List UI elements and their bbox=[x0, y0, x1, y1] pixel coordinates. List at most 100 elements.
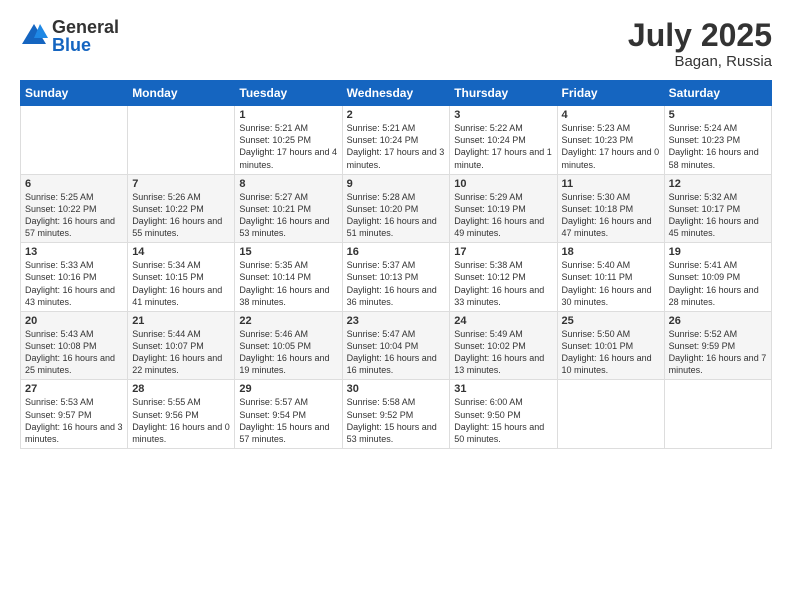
day-cell: 12Sunrise: 5:32 AMSunset: 10:17 PMDaylig… bbox=[664, 174, 771, 243]
day-info: Sunrise: 5:38 AMSunset: 10:12 PMDaylight… bbox=[454, 259, 552, 308]
header-cell-monday: Monday bbox=[128, 81, 235, 106]
day-cell: 16Sunrise: 5:37 AMSunset: 10:13 PMDaylig… bbox=[342, 243, 450, 312]
day-number: 7 bbox=[132, 178, 230, 190]
day-cell: 25Sunrise: 5:50 AMSunset: 10:01 PMDaylig… bbox=[557, 311, 664, 380]
day-cell: 6Sunrise: 5:25 AMSunset: 10:22 PMDayligh… bbox=[21, 174, 128, 243]
day-number: 15 bbox=[239, 246, 337, 258]
day-cell: 11Sunrise: 5:30 AMSunset: 10:18 PMDaylig… bbox=[557, 174, 664, 243]
day-cell: 18Sunrise: 5:40 AMSunset: 10:11 PMDaylig… bbox=[557, 243, 664, 312]
day-info: Sunrise: 5:37 AMSunset: 10:13 PMDaylight… bbox=[347, 259, 446, 308]
day-cell: 17Sunrise: 5:38 AMSunset: 10:12 PMDaylig… bbox=[450, 243, 557, 312]
day-info: Sunrise: 5:43 AMSunset: 10:08 PMDaylight… bbox=[25, 328, 123, 377]
day-number: 27 bbox=[25, 383, 123, 395]
day-number: 31 bbox=[454, 383, 552, 395]
day-number: 23 bbox=[347, 315, 446, 327]
logo: General Blue bbox=[20, 18, 119, 54]
day-info: Sunrise: 5:29 AMSunset: 10:19 PMDaylight… bbox=[454, 191, 552, 240]
logo-icon bbox=[20, 22, 48, 50]
day-number: 2 bbox=[347, 109, 446, 121]
day-number: 29 bbox=[239, 383, 337, 395]
day-cell: 30Sunrise: 5:58 AMSunset: 9:52 PMDayligh… bbox=[342, 380, 450, 449]
day-number: 28 bbox=[132, 383, 230, 395]
week-row-4: 20Sunrise: 5:43 AMSunset: 10:08 PMDaylig… bbox=[21, 311, 772, 380]
day-info: Sunrise: 6:00 AMSunset: 9:50 PMDaylight:… bbox=[454, 396, 552, 445]
day-cell: 24Sunrise: 5:49 AMSunset: 10:02 PMDaylig… bbox=[450, 311, 557, 380]
day-info: Sunrise: 5:21 AMSunset: 10:24 PMDaylight… bbox=[347, 122, 446, 171]
day-number: 11 bbox=[562, 178, 660, 190]
day-cell: 13Sunrise: 5:33 AMSunset: 10:16 PMDaylig… bbox=[21, 243, 128, 312]
day-info: Sunrise: 5:24 AMSunset: 10:23 PMDaylight… bbox=[669, 122, 767, 171]
day-cell bbox=[664, 380, 771, 449]
day-cell bbox=[21, 106, 128, 175]
week-row-1: 1Sunrise: 5:21 AMSunset: 10:25 PMDayligh… bbox=[21, 106, 772, 175]
day-info: Sunrise: 5:55 AMSunset: 9:56 PMDaylight:… bbox=[132, 396, 230, 445]
day-info: Sunrise: 5:46 AMSunset: 10:05 PMDaylight… bbox=[239, 328, 337, 377]
day-number: 9 bbox=[347, 178, 446, 190]
day-info: Sunrise: 5:27 AMSunset: 10:21 PMDaylight… bbox=[239, 191, 337, 240]
day-number: 13 bbox=[25, 246, 123, 258]
day-number: 21 bbox=[132, 315, 230, 327]
day-cell: 31Sunrise: 6:00 AMSunset: 9:50 PMDayligh… bbox=[450, 380, 557, 449]
day-number: 22 bbox=[239, 315, 337, 327]
header-cell-tuesday: Tuesday bbox=[235, 81, 342, 106]
day-cell: 20Sunrise: 5:43 AMSunset: 10:08 PMDaylig… bbox=[21, 311, 128, 380]
day-cell: 15Sunrise: 5:35 AMSunset: 10:14 PMDaylig… bbox=[235, 243, 342, 312]
logo-general: General bbox=[52, 18, 119, 36]
day-cell bbox=[557, 380, 664, 449]
month-title: July 2025 bbox=[628, 18, 772, 53]
day-info: Sunrise: 5:26 AMSunset: 10:22 PMDaylight… bbox=[132, 191, 230, 240]
header-cell-saturday: Saturday bbox=[664, 81, 771, 106]
day-number: 18 bbox=[562, 246, 660, 258]
calendar-header: SundayMondayTuesdayWednesdayThursdayFrid… bbox=[21, 81, 772, 106]
day-info: Sunrise: 5:49 AMSunset: 10:02 PMDaylight… bbox=[454, 328, 552, 377]
day-number: 24 bbox=[454, 315, 552, 327]
day-cell: 4Sunrise: 5:23 AMSunset: 10:23 PMDayligh… bbox=[557, 106, 664, 175]
day-info: Sunrise: 5:41 AMSunset: 10:09 PMDaylight… bbox=[669, 259, 767, 308]
day-info: Sunrise: 5:44 AMSunset: 10:07 PMDaylight… bbox=[132, 328, 230, 377]
day-number: 14 bbox=[132, 246, 230, 258]
week-row-3: 13Sunrise: 5:33 AMSunset: 10:16 PMDaylig… bbox=[21, 243, 772, 312]
day-number: 3 bbox=[454, 109, 552, 121]
day-info: Sunrise: 5:25 AMSunset: 10:22 PMDaylight… bbox=[25, 191, 123, 240]
header-cell-wednesday: Wednesday bbox=[342, 81, 450, 106]
day-number: 30 bbox=[347, 383, 446, 395]
day-cell: 14Sunrise: 5:34 AMSunset: 10:15 PMDaylig… bbox=[128, 243, 235, 312]
page: General Blue July 2025 Bagan, Russia Sun… bbox=[0, 0, 792, 612]
day-number: 26 bbox=[669, 315, 767, 327]
day-number: 20 bbox=[25, 315, 123, 327]
calendar-body: 1Sunrise: 5:21 AMSunset: 10:25 PMDayligh… bbox=[21, 106, 772, 449]
day-info: Sunrise: 5:40 AMSunset: 10:11 PMDaylight… bbox=[562, 259, 660, 308]
day-number: 17 bbox=[454, 246, 552, 258]
day-number: 1 bbox=[239, 109, 337, 121]
week-row-2: 6Sunrise: 5:25 AMSunset: 10:22 PMDayligh… bbox=[21, 174, 772, 243]
day-cell: 8Sunrise: 5:27 AMSunset: 10:21 PMDayligh… bbox=[235, 174, 342, 243]
header-cell-sunday: Sunday bbox=[21, 81, 128, 106]
location: Bagan, Russia bbox=[628, 53, 772, 70]
day-cell: 23Sunrise: 5:47 AMSunset: 10:04 PMDaylig… bbox=[342, 311, 450, 380]
day-cell: 10Sunrise: 5:29 AMSunset: 10:19 PMDaylig… bbox=[450, 174, 557, 243]
day-cell: 2Sunrise: 5:21 AMSunset: 10:24 PMDayligh… bbox=[342, 106, 450, 175]
day-cell: 1Sunrise: 5:21 AMSunset: 10:25 PMDayligh… bbox=[235, 106, 342, 175]
day-number: 25 bbox=[562, 315, 660, 327]
day-number: 5 bbox=[669, 109, 767, 121]
day-number: 16 bbox=[347, 246, 446, 258]
title-block: July 2025 Bagan, Russia bbox=[628, 18, 772, 70]
week-row-5: 27Sunrise: 5:53 AMSunset: 9:57 PMDayligh… bbox=[21, 380, 772, 449]
day-cell: 27Sunrise: 5:53 AMSunset: 9:57 PMDayligh… bbox=[21, 380, 128, 449]
day-info: Sunrise: 5:33 AMSunset: 10:16 PMDaylight… bbox=[25, 259, 123, 308]
day-cell: 28Sunrise: 5:55 AMSunset: 9:56 PMDayligh… bbox=[128, 380, 235, 449]
day-cell: 19Sunrise: 5:41 AMSunset: 10:09 PMDaylig… bbox=[664, 243, 771, 312]
day-info: Sunrise: 5:47 AMSunset: 10:04 PMDaylight… bbox=[347, 328, 446, 377]
day-cell: 9Sunrise: 5:28 AMSunset: 10:20 PMDayligh… bbox=[342, 174, 450, 243]
day-number: 8 bbox=[239, 178, 337, 190]
day-info: Sunrise: 5:57 AMSunset: 9:54 PMDaylight:… bbox=[239, 396, 337, 445]
header-cell-friday: Friday bbox=[557, 81, 664, 106]
header: General Blue July 2025 Bagan, Russia bbox=[20, 18, 772, 70]
day-info: Sunrise: 5:50 AMSunset: 10:01 PMDaylight… bbox=[562, 328, 660, 377]
header-cell-thursday: Thursday bbox=[450, 81, 557, 106]
day-cell bbox=[128, 106, 235, 175]
day-number: 10 bbox=[454, 178, 552, 190]
day-cell: 7Sunrise: 5:26 AMSunset: 10:22 PMDayligh… bbox=[128, 174, 235, 243]
day-info: Sunrise: 5:52 AMSunset: 9:59 PMDaylight:… bbox=[669, 328, 767, 377]
day-info: Sunrise: 5:35 AMSunset: 10:14 PMDaylight… bbox=[239, 259, 337, 308]
